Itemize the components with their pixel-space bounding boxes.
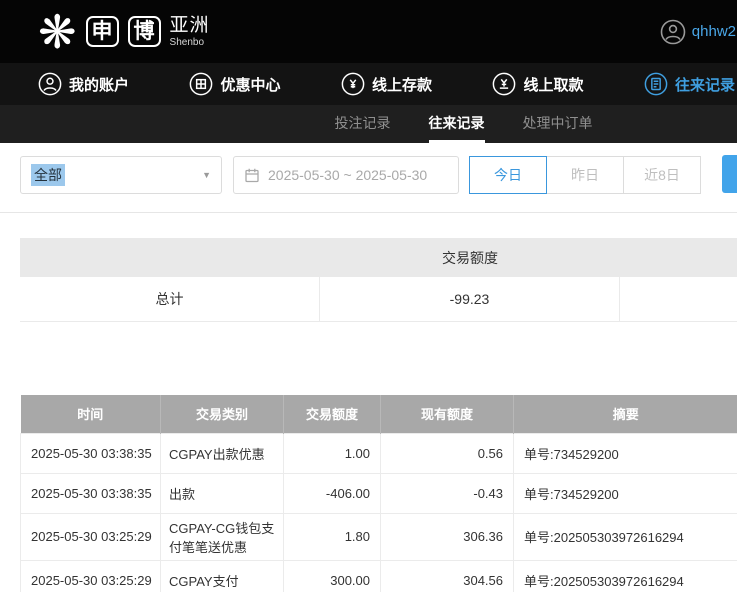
tab-betting-records[interactable]: 投注记录 bbox=[335, 105, 391, 143]
category-select[interactable]: 全部 ▼ bbox=[20, 156, 222, 194]
tab-pending-orders[interactable]: 处理中订单 bbox=[523, 105, 593, 143]
summary-total-row: 总计 -99.23 bbox=[20, 277, 737, 322]
cell-summary: 单号:202505303972616294 bbox=[514, 513, 737, 560]
calendar-icon bbox=[244, 167, 260, 183]
col-header-time: 时间 bbox=[21, 395, 161, 433]
filter-bar: 全部 ▼ 2025-05-30 ~ 2025-05-30 今日 昨日 近8日 bbox=[0, 143, 737, 195]
withdraw-icon bbox=[492, 72, 516, 96]
nav-item-promotions[interactable]: 优惠中心 bbox=[189, 72, 280, 96]
summary-table: 交易额度 总计 -99.23 bbox=[20, 238, 737, 322]
col-header-type: 交易类别 bbox=[161, 395, 284, 433]
col-header-balance: 现有额度 bbox=[381, 395, 514, 433]
nav-label: 优惠中心 bbox=[220, 74, 280, 95]
top-header: ❋ 申 博 亚洲 Shenbo qhhw2 bbox=[0, 0, 737, 63]
table-row: 2025-05-30 03:25:29 CGPAY支付 300.00 304.5… bbox=[21, 560, 737, 592]
cell-summary: 单号:734529200 bbox=[514, 433, 737, 473]
nav-item-withdraw[interactable]: 线上取款 bbox=[492, 72, 583, 96]
tab-transaction-records[interactable]: 往来记录 bbox=[429, 105, 485, 143]
cell-time: 2025-05-30 03:38:35 bbox=[21, 433, 161, 473]
table-header-row: 时间 交易类别 交易额度 现有额度 摘要 bbox=[21, 395, 737, 433]
summary-header-row: 交易额度 bbox=[20, 238, 737, 277]
brand-char-box: 博 bbox=[128, 16, 161, 47]
col-header-summary: 摘要 bbox=[514, 395, 737, 433]
deposit-icon bbox=[341, 72, 365, 96]
category-select-value: 全部 bbox=[31, 164, 65, 186]
cell-time: 2025-05-30 03:38:35 bbox=[21, 473, 161, 513]
col-header-amount: 交易额度 bbox=[284, 395, 381, 433]
nav-label: 线上存款 bbox=[372, 74, 432, 95]
cell-balance: 0.56 bbox=[381, 433, 514, 473]
quick-date-buttons: 今日 昨日 近8日 bbox=[469, 156, 701, 194]
date-range-input[interactable]: 2025-05-30 ~ 2025-05-30 bbox=[233, 156, 459, 194]
cell-time: 2025-05-30 03:25:29 bbox=[21, 513, 161, 560]
nav-label: 往来记录 bbox=[675, 74, 735, 95]
transactions-table: 时间 交易类别 交易额度 现有额度 摘要 2025-05-30 03:38:35… bbox=[20, 395, 737, 592]
records-icon bbox=[644, 72, 668, 96]
yesterday-button[interactable]: 昨日 bbox=[546, 156, 624, 194]
cell-balance: -0.43 bbox=[381, 473, 514, 513]
chevron-down-icon: ▼ bbox=[202, 170, 211, 180]
app-window: ❋ 申 博 亚洲 Shenbo qhhw2 我的账户 bbox=[0, 0, 737, 592]
query-button[interactable] bbox=[722, 155, 737, 193]
record-tabs: 投注记录 往来记录 处理中订单 bbox=[0, 105, 737, 143]
cell-type: 出款 bbox=[161, 473, 284, 513]
divider bbox=[0, 212, 737, 213]
today-button[interactable]: 今日 bbox=[469, 156, 547, 194]
brand-region-text: 亚洲 bbox=[170, 15, 210, 37]
last-8-days-button[interactable]: 近8日 bbox=[623, 156, 701, 194]
cell-summary: 单号:202505303972616294 bbox=[514, 560, 737, 592]
summary-total-label: 总计 bbox=[20, 277, 320, 321]
username: qhhw2 bbox=[692, 23, 736, 40]
user-avatar-icon bbox=[660, 19, 686, 45]
table-row: 2025-05-30 03:25:29 CGPAY-CG钱包支付笔笔送优惠 1.… bbox=[21, 513, 737, 560]
cell-summary: 单号:734529200 bbox=[514, 473, 737, 513]
brand-logo: ❋ 申 博 亚洲 Shenbo bbox=[38, 4, 210, 60]
nav-item-records[interactable]: 往来记录 bbox=[644, 72, 735, 96]
promo-icon bbox=[189, 72, 213, 96]
date-range-value: 2025-05-30 ~ 2025-05-30 bbox=[268, 167, 427, 183]
summary-empty-cell bbox=[620, 277, 737, 321]
cell-amount: -406.00 bbox=[284, 473, 381, 513]
cell-type: CGPAY出款优惠 bbox=[161, 433, 284, 473]
cell-balance: 306.36 bbox=[381, 513, 514, 560]
summary-header-amount: 交易额度 bbox=[320, 248, 620, 268]
main-nav: 我的账户 优惠中心 线上存款 线上取款 往来记录 bbox=[0, 63, 737, 105]
cell-time: 2025-05-30 03:25:29 bbox=[21, 560, 161, 592]
brand-char-box: 申 bbox=[86, 16, 119, 47]
cell-type: CGPAY-CG钱包支付笔笔送优惠 bbox=[161, 513, 284, 560]
pinwheel-logo-icon: ❋ bbox=[38, 4, 77, 60]
nav-item-my-account[interactable]: 我的账户 bbox=[38, 72, 129, 96]
cell-amount: 300.00 bbox=[284, 560, 381, 592]
cell-type: CGPAY支付 bbox=[161, 560, 284, 592]
table-row: 2025-05-30 03:38:35 CGPAY出款优惠 1.00 0.56 … bbox=[21, 433, 737, 473]
user-account[interactable]: qhhw2 bbox=[660, 19, 737, 45]
nav-label: 线上取款 bbox=[523, 74, 583, 95]
nav-label: 我的账户 bbox=[69, 74, 129, 95]
cell-amount: 1.80 bbox=[284, 513, 381, 560]
brand-subtitle: Shenbo bbox=[170, 37, 210, 49]
nav-item-deposit[interactable]: 线上存款 bbox=[341, 72, 432, 96]
summary-total-amount: -99.23 bbox=[320, 277, 620, 321]
cell-balance: 304.56 bbox=[381, 560, 514, 592]
brand-region-block: 亚洲 Shenbo bbox=[170, 15, 210, 48]
cell-amount: 1.00 bbox=[284, 433, 381, 473]
table-row: 2025-05-30 03:38:35 出款 -406.00 -0.43 单号:… bbox=[21, 473, 737, 513]
user-icon bbox=[38, 72, 62, 96]
